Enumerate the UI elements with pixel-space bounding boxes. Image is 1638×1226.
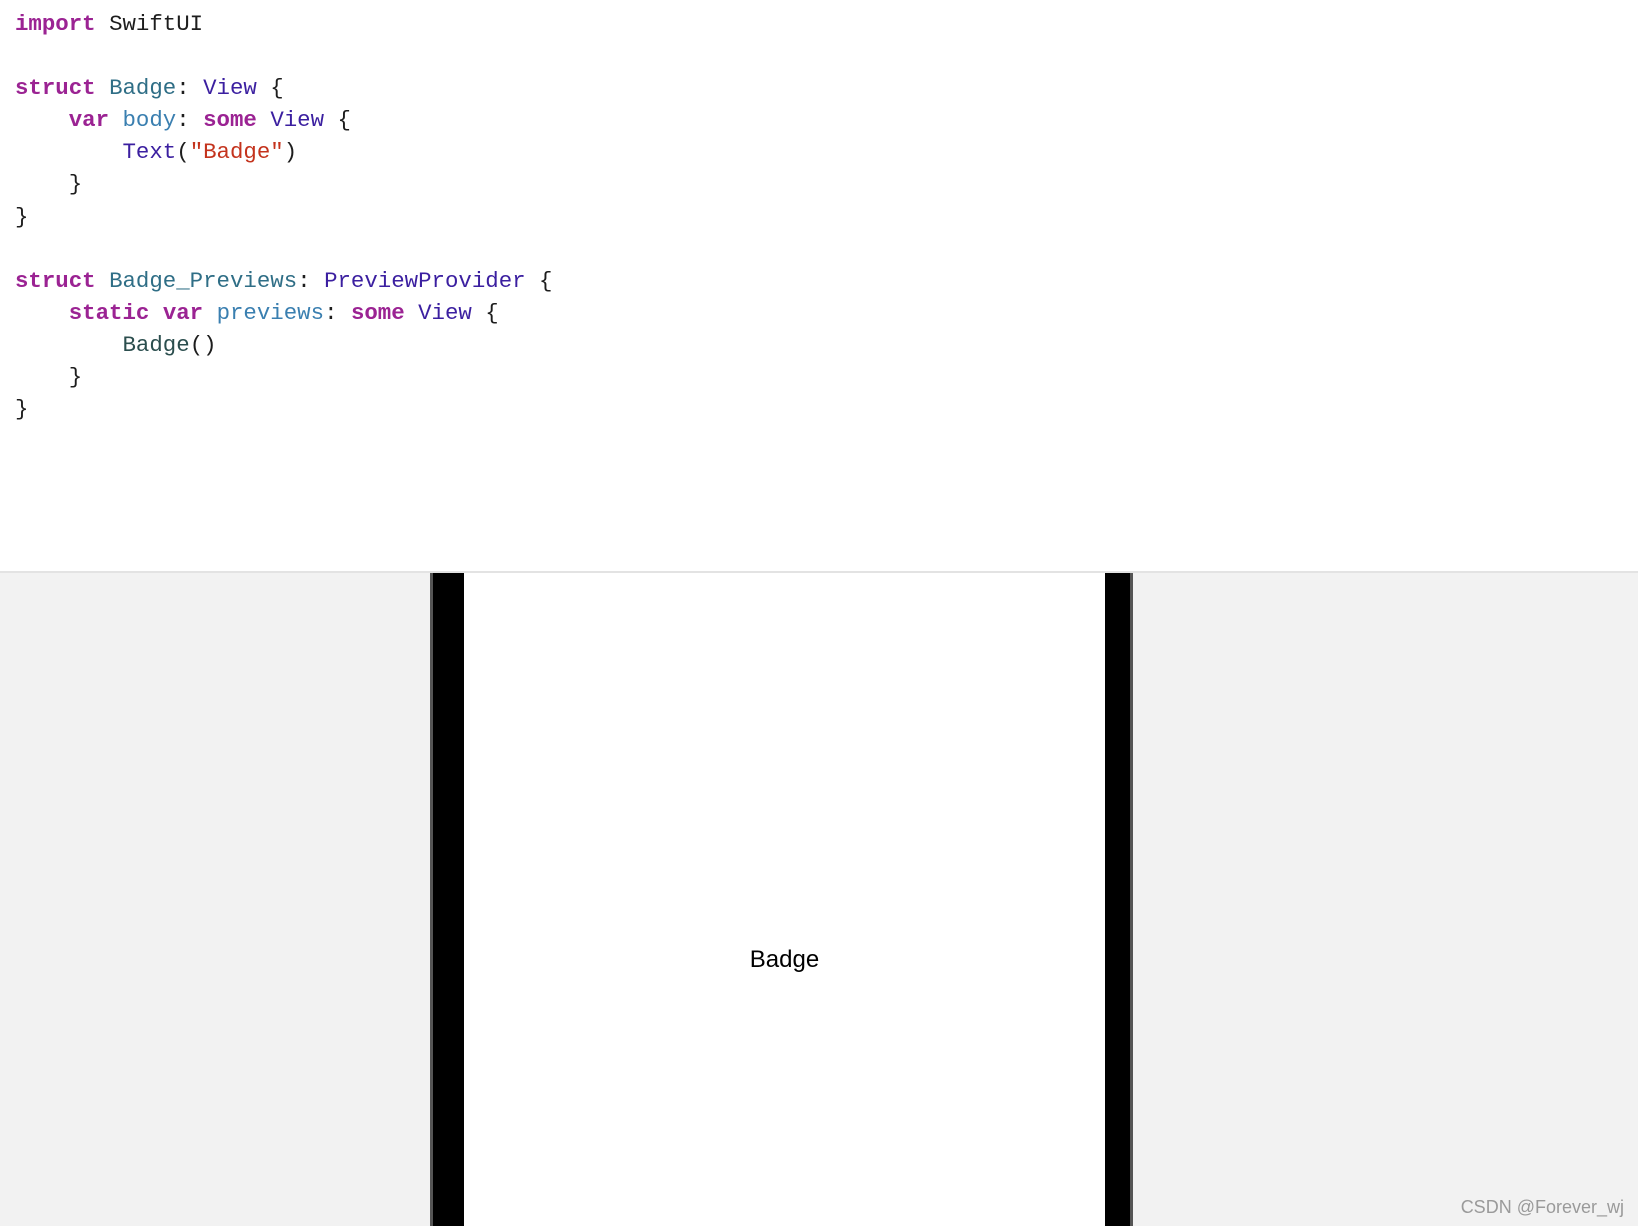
keyword: struct bbox=[15, 75, 96, 102]
device-frame: Badge bbox=[430, 573, 1133, 1226]
type-name: View bbox=[203, 75, 257, 102]
keyword: some bbox=[350, 299, 405, 326]
property-name: body bbox=[122, 107, 177, 134]
keyword: var bbox=[162, 299, 204, 326]
keyword: struct bbox=[15, 267, 96, 294]
type-name: Badge bbox=[122, 331, 190, 358]
struct-name: Badge bbox=[109, 75, 177, 102]
preview-badge-text: Badge bbox=[749, 946, 820, 973]
property-name: previews bbox=[216, 299, 325, 326]
code-editor[interactable]: import SwiftUI struct Badge: View { var … bbox=[0, 0, 1638, 571]
type-name: PreviewProvider bbox=[324, 267, 526, 294]
watermark: CSDN @Forever_wj bbox=[1460, 1197, 1624, 1217]
struct-name: Badge_Previews bbox=[109, 267, 298, 294]
keyword: import bbox=[15, 11, 96, 37]
keyword: some bbox=[203, 107, 257, 134]
device-screen: Badge bbox=[464, 573, 1105, 1226]
type-name: Text bbox=[122, 139, 177, 166]
module-name: SwiftUI bbox=[109, 11, 204, 37]
source-code[interactable]: import SwiftUI struct Badge: View { var … bbox=[15, 8, 553, 425]
string-literal: "Badge" bbox=[189, 139, 284, 166]
keyword: var bbox=[68, 107, 110, 134]
keyword: static bbox=[68, 299, 150, 326]
preview-canvas: Badge CSDN @Forever_wj bbox=[0, 573, 1638, 1226]
type-name: View bbox=[270, 107, 325, 134]
type-name: View bbox=[418, 299, 472, 326]
